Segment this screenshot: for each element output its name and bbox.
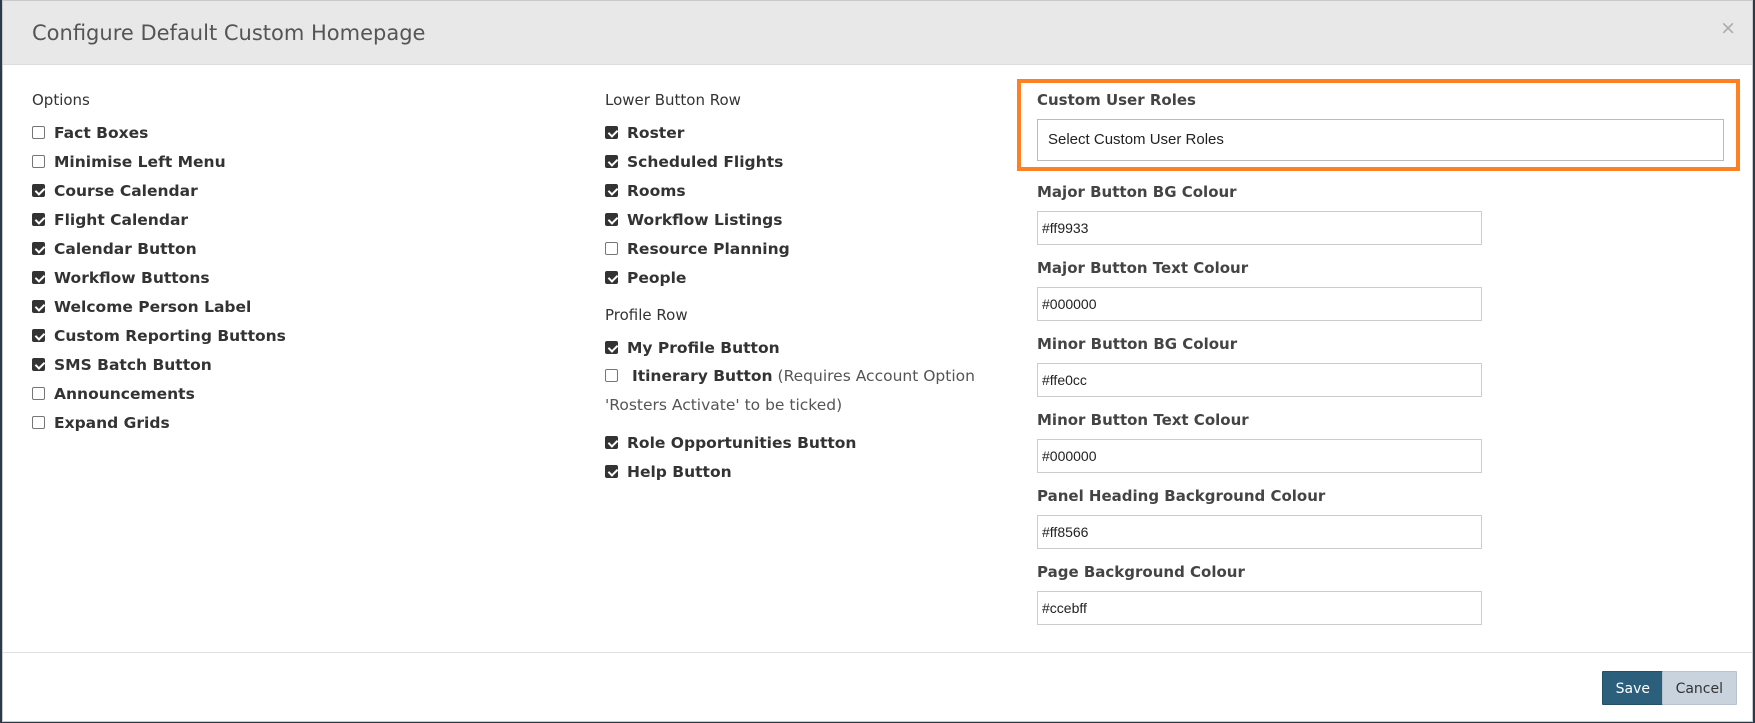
checkbox-label: Welcome Person Label [54, 297, 252, 316]
checkbox-row-workflow-listings[interactable]: Workflow Listings [605, 205, 1025, 234]
modal-footer: Save Cancel [3, 652, 1752, 723]
checkbox[interactable] [605, 369, 618, 382]
checkbox-row-custom-reporting-buttons[interactable]: Custom Reporting Buttons [32, 321, 572, 350]
checkbox-label: Itinerary Button [631, 367, 773, 385]
checkbox-label: Expand Grids [54, 413, 170, 432]
options-heading: Options [32, 91, 90, 109]
checkbox-label: Resource Planning [627, 239, 790, 258]
modal-title: Configure Default Custom Homepage [32, 21, 426, 45]
checkbox-label: Rooms [627, 181, 686, 200]
checkbox-label: People [627, 268, 687, 287]
checkbox-label: Custom Reporting Buttons [54, 326, 286, 345]
checkbox-label: Flight Calendar [54, 210, 189, 229]
major-button-bg-colour-label: Major Button BG Colour [1037, 183, 1237, 201]
checkbox-row-rooms[interactable]: Rooms [605, 176, 1025, 205]
checkbox-row-itinerary-button[interactable]: Itinerary Button (Requires Account Optio… [605, 362, 1025, 420]
checkbox[interactable] [605, 242, 618, 255]
button-rows-column: Lower Button Row Roster Scheduled Flights… [605, 89, 1025, 486]
checkbox[interactable] [32, 271, 45, 284]
checkbox[interactable] [605, 213, 618, 226]
checkbox-row-flight-calendar[interactable]: Flight Calendar [32, 205, 572, 234]
checkbox[interactable] [605, 155, 618, 168]
profile-row-heading: Profile Row [605, 306, 688, 324]
options-column: Options Fact Boxes Minimise Left Menu Cour… [32, 89, 572, 437]
checkbox-label: Fact Boxes [54, 123, 149, 142]
options-list: Fact Boxes Minimise Left Menu Course Calen… [32, 118, 572, 437]
checkbox-row-roster[interactable]: Roster [605, 118, 1025, 147]
checkbox-label: Help Button [627, 462, 732, 481]
checkbox-row-calendar-button[interactable]: Calendar Button [32, 234, 572, 263]
save-button[interactable]: Save [1601, 671, 1664, 705]
checkbox-row-people[interactable]: People [605, 263, 1025, 292]
checkbox-label: SMS Batch Button [54, 355, 212, 374]
checkbox-label: My Profile Button [627, 338, 780, 357]
checkbox-row-resource-planning[interactable]: Resource Planning [605, 234, 1025, 263]
checkbox[interactable] [605, 184, 618, 197]
profile-row-list: Role Opportunities Button Help Button [605, 428, 1025, 486]
appearance-column: Custom User Roles Select Custom User Rol… [1037, 89, 1737, 637]
close-icon[interactable]: × [1720, 19, 1736, 38]
checkbox-label: Scheduled Flights [627, 152, 784, 171]
checkbox[interactable] [605, 126, 618, 139]
custom-user-roles-highlight [1017, 79, 1740, 171]
checkbox-row-sms-batch-button[interactable]: SMS Batch Button [32, 350, 572, 379]
checkbox-row-minimise-left-menu[interactable]: Minimise Left Menu [32, 147, 572, 176]
page-background-colour-input[interactable]: #ccebff [1037, 591, 1482, 625]
major-button-text-colour-label: Major Button Text Colour [1037, 259, 1249, 277]
checkbox[interactable] [32, 242, 45, 255]
minor-button-bg-colour-input[interactable]: #ffe0cc [1037, 363, 1482, 397]
checkbox-label: Minimise Left Menu [54, 152, 226, 171]
minor-button-text-colour-label: Minor Button Text Colour [1037, 411, 1249, 429]
colour-fields: Major Button BG Colour #ff9933 Major Butto… [1037, 181, 1737, 625]
checkbox-row-role-opportunities-button[interactable]: Role Opportunities Button [605, 428, 1025, 457]
checkbox[interactable] [605, 465, 618, 478]
checkbox[interactable] [605, 436, 618, 449]
checkbox-row-scheduled-flights[interactable]: Scheduled Flights [605, 147, 1025, 176]
checkbox-row-help-button[interactable]: Help Button [605, 457, 1025, 486]
minor-button-bg-colour-label: Minor Button BG Colour [1037, 335, 1238, 353]
panel-heading-background-colour-label: Panel Heading Background Colour [1037, 487, 1326, 505]
lower-button-row-list: Roster Scheduled Flights Rooms Workflow Lis… [605, 118, 1025, 292]
checkbox[interactable] [32, 329, 45, 342]
checkbox-row-workflow-buttons[interactable]: Workflow Buttons [32, 263, 572, 292]
checkbox[interactable] [605, 271, 618, 284]
panel-heading-background-colour-input[interactable]: #ff8566 [1037, 515, 1482, 549]
checkbox-label: Workflow Listings [627, 210, 783, 229]
checkbox[interactable] [32, 387, 45, 400]
lower-button-row-heading: Lower Button Row [605, 91, 741, 109]
checkbox[interactable] [32, 184, 45, 197]
checkbox-label: Calendar Button [54, 239, 197, 258]
checkbox[interactable] [32, 416, 45, 429]
checkbox-label: Workflow Buttons [54, 268, 210, 287]
major-button-bg-colour-input[interactable]: #ff9933 [1037, 211, 1482, 245]
checkbox-row-announcements[interactable]: Announcements [32, 379, 572, 408]
checkbox-label: Course Calendar [54, 181, 198, 200]
checkbox[interactable] [32, 126, 45, 139]
checkbox-row-welcome-person-label[interactable]: Welcome Person Label [32, 292, 572, 321]
checkbox-row-fact-boxes[interactable]: Fact Boxes [32, 118, 572, 147]
checkbox[interactable] [605, 341, 618, 354]
major-button-text-colour-input[interactable]: #000000 [1037, 287, 1482, 321]
checkbox-label: Role Opportunities Button [627, 433, 857, 452]
checkbox[interactable] [32, 155, 45, 168]
checkbox[interactable] [32, 358, 45, 371]
checkbox-label: Announcements [54, 384, 195, 403]
modal-header: Configure Default Custom Homepage × [3, 1, 1752, 65]
checkbox-row-expand-grids[interactable]: Expand Grids [32, 408, 572, 437]
checkbox-row-course-calendar[interactable]: Course Calendar [32, 176, 572, 205]
minor-button-text-colour-input[interactable]: #000000 [1037, 439, 1482, 473]
page-background-colour-label: Page Background Colour [1037, 563, 1245, 581]
checkbox-label: Roster [627, 123, 685, 142]
cancel-button[interactable]: Cancel [1661, 671, 1737, 705]
configure-homepage-modal: Configure Default Custom Homepage × Opti… [2, 0, 1753, 722]
checkbox-row-my-profile-button[interactable]: My Profile Button [605, 333, 1025, 362]
checkbox[interactable] [32, 300, 45, 313]
checkbox[interactable] [32, 213, 45, 226]
